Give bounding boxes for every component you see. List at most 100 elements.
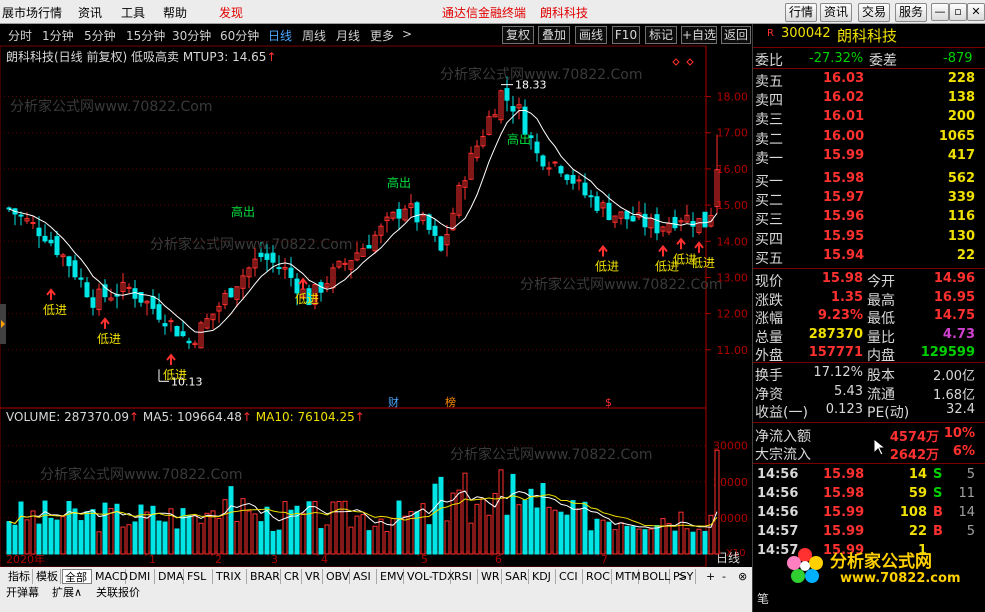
flow-value: 2642万 (889, 448, 939, 463)
tabs-more-icon[interactable]: > (676, 569, 689, 584)
bid-label: 买五 (755, 250, 783, 267)
tick-direction: B (933, 524, 943, 539)
volume-bar (186, 515, 192, 555)
tab-boll[interactable]: BOLL (640, 569, 670, 584)
zoom-in-icon[interactable]: + (704, 569, 717, 584)
tab-全部[interactable]: 全部 (62, 569, 92, 584)
ask-price[interactable]: 16.00 (823, 129, 864, 144)
tick-price: 15.98 (823, 486, 865, 501)
fund-label: 收益(一) (755, 405, 808, 422)
volume-bar (450, 492, 456, 555)
tab-wr[interactable]: WR (479, 569, 502, 584)
candle-body (258, 252, 264, 258)
bid-price[interactable]: 15.95 (823, 229, 864, 244)
volume-bar (360, 514, 366, 555)
close-icon[interactable]: ✕ (967, 3, 985, 21)
trade-button[interactable]: 交易 (858, 3, 890, 22)
buy-arrow-icon (46, 288, 56, 300)
service-button[interactable]: 服务 (895, 3, 927, 22)
maximize-icon[interactable]: ▫ (949, 3, 967, 21)
tab-macd[interactable]: MACD (93, 569, 128, 584)
fund-label: 换手 (755, 368, 783, 384)
volume-bar (498, 469, 504, 555)
tab-brar[interactable]: BRAR (248, 569, 281, 584)
candle-body (564, 174, 570, 181)
danmu-toggle[interactable]: 开弹幕 (6, 585, 39, 600)
tick-volume: 22 (908, 524, 927, 539)
volume-bar (642, 529, 648, 555)
zoom-out-icon[interactable]: - (720, 569, 728, 584)
menu-help[interactable]: 帮助 (163, 4, 187, 21)
volume-bar (66, 500, 72, 555)
buy-arrow-icon (676, 237, 686, 250)
price-axis-label: 15.00 (717, 199, 749, 212)
stat-value: 16.95 (933, 289, 975, 305)
buy-arrow-icon (100, 317, 110, 329)
menu-news[interactable]: 资讯 (78, 4, 102, 21)
quote-button[interactable]: 行情 (785, 3, 817, 22)
tab-cci[interactable]: CCI (557, 569, 583, 584)
tab-sar[interactable]: SAR (503, 569, 529, 584)
bid-price[interactable]: 15.96 (823, 209, 864, 224)
ask-price[interactable]: 16.03 (823, 71, 864, 86)
news-button[interactable]: 资讯 (820, 3, 852, 22)
expand-toggle[interactable]: 扩展∧ (52, 585, 82, 600)
tab-rsi[interactable]: RSI (452, 569, 478, 584)
tab-dmi[interactable]: DMI (127, 569, 155, 584)
s-marker[interactable]: $ (605, 396, 612, 409)
finance-marker[interactable]: 财 (388, 395, 399, 409)
candle-body (162, 323, 168, 327)
tab-vol-tdx[interactable]: VOL-TDX (405, 569, 455, 584)
volume-bar (12, 524, 18, 555)
tick-count: 5 (966, 524, 975, 539)
volume-bar (138, 504, 144, 555)
menu-discover[interactable]: 发现 (219, 4, 243, 21)
flow-value: 4574万 (889, 430, 939, 445)
up-arrow-icon: ↑ (241, 410, 252, 424)
candle-body (36, 227, 42, 237)
bid-label: 买二 (755, 193, 783, 210)
tab-trix[interactable]: TRIX (214, 569, 247, 584)
tab-emv[interactable]: EMV (378, 569, 404, 584)
menu-tools[interactable]: 工具 (121, 4, 145, 21)
volume-bar (678, 511, 684, 555)
tab-asi[interactable]: ASI (351, 569, 377, 584)
buy-arrow-icon (298, 277, 308, 290)
tab-obv[interactable]: OBV (324, 569, 350, 584)
tab-dma[interactable]: DMA (156, 569, 184, 584)
ranking-marker[interactable]: 榜 (445, 395, 456, 409)
minimize-icon[interactable]: — (931, 3, 949, 21)
bid-price[interactable]: 15.97 (823, 190, 864, 205)
tab-指标[interactable]: 指标 (6, 569, 33, 584)
menu-market[interactable]: 展市场行情 (2, 4, 62, 21)
bid-price[interactable]: 15.94 (823, 248, 864, 263)
volume-bar (684, 528, 690, 555)
tab-模板[interactable]: 模板 (34, 569, 61, 584)
tab-roc[interactable]: ROC (584, 569, 612, 584)
bid-label: 买三 (755, 212, 783, 229)
volume-bar (480, 498, 486, 555)
volume-bar (492, 492, 498, 555)
volume-bar (48, 517, 54, 555)
ask-price[interactable]: 16.01 (823, 109, 864, 124)
volume-bar (264, 506, 270, 555)
stat-value: 14.75 (933, 308, 975, 324)
signal-low-label: 低进 (295, 292, 319, 306)
chart-canvas[interactable]: 18.00 17.00 16.00 15.00 14.00 13.00 12.00 11.00… (0, 24, 752, 567)
bid-price[interactable]: 15.98 (823, 171, 864, 186)
related-quotes-toggle[interactable]: 关联报价 (96, 585, 140, 600)
ask-price[interactable]: 16.02 (823, 90, 864, 105)
tab-cr[interactable]: CR (282, 569, 302, 584)
tab-kdj[interactable]: KDJ (530, 569, 556, 584)
quote-panel: R 300042 朗科科技 委比 -27.32% 委差 -879 卖五 16.03… (752, 24, 985, 612)
ask-price[interactable]: 15.99 (823, 148, 864, 163)
volume-bar (354, 515, 360, 555)
tab-fsl[interactable]: FSL (185, 569, 213, 584)
ask-volume: 200 (947, 109, 975, 125)
tab-mtm[interactable]: MTM (613, 569, 641, 584)
tab-vr[interactable]: VR (303, 569, 323, 584)
volume-bar (588, 530, 594, 555)
volume-label: VOLUME: (6, 410, 61, 424)
volume-bar (504, 514, 510, 555)
settings-icon[interactable]: ⊗ (736, 569, 749, 584)
